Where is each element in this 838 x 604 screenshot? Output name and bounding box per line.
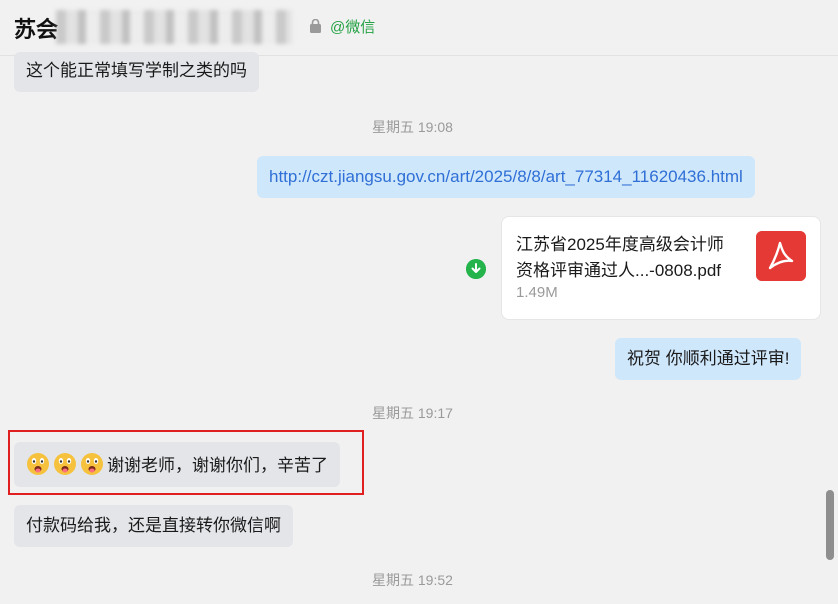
file-message-card[interactable]: 江苏省2025年度高级会计师 资格评审通过人...-0808.pdf 1.49M bbox=[501, 216, 821, 320]
message-text: 谢谢老师，谢谢你们，辛苦了 bbox=[107, 456, 328, 475]
chat-header: 苏会 @微信 bbox=[0, 0, 838, 56]
contact-badge-icon bbox=[310, 19, 321, 33]
message-bubble-incoming[interactable]: 这个能正常填写学制之类的吗 bbox=[14, 52, 259, 92]
file-name-line-1: 江苏省2025年度高级会计师 bbox=[516, 235, 724, 254]
file-name: 江苏省2025年度高级会计师 资格评审通过人...-0808.pdf bbox=[516, 232, 746, 284]
wechat-tag: @微信 bbox=[330, 19, 376, 36]
timestamp: 星期五 19:17 bbox=[372, 405, 453, 421]
timestamp: 星期五 19:52 bbox=[372, 572, 453, 588]
timestamp: 星期五 19:08 bbox=[372, 119, 453, 135]
download-icon[interactable] bbox=[466, 259, 486, 279]
message-bubble-outgoing[interactable]: 祝贺 你顺利通过评审! bbox=[615, 338, 802, 380]
tongue-out-emoji-icon bbox=[27, 453, 49, 475]
file-size: 1.49M bbox=[516, 284, 558, 301]
message-bubble-incoming[interactable]: 谢谢老师，谢谢你们，辛苦了 bbox=[14, 442, 340, 487]
redacted-name-blur bbox=[56, 10, 292, 44]
message-bubble-incoming[interactable]: 付款码给我，还是直接转你微信啊 bbox=[14, 505, 293, 547]
tongue-out-emoji-icon bbox=[81, 453, 103, 475]
file-name-line-2: 资格评审通过人...-0808.pdf bbox=[516, 261, 722, 280]
scrollbar-thumb[interactable] bbox=[826, 490, 834, 560]
pdf-icon bbox=[756, 231, 806, 281]
contact-name[interactable]: 苏会 bbox=[14, 12, 58, 44]
url-link[interactable]: http://czt.jiangsu.gov.cn/art/2025/8/8/a… bbox=[269, 167, 743, 186]
message-bubble-outgoing-link[interactable]: http://czt.jiangsu.gov.cn/art/2025/8/8/a… bbox=[257, 156, 755, 198]
tongue-out-emoji-icon bbox=[54, 453, 76, 475]
